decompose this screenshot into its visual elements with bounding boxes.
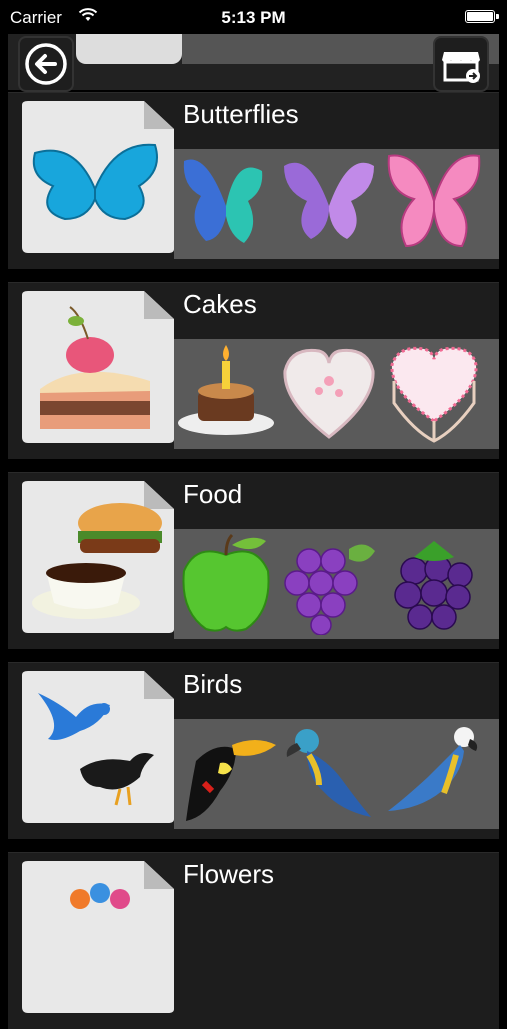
store-icon <box>442 52 480 83</box>
category-label: Flowers <box>183 859 275 889</box>
birthday-cake-icon <box>178 345 274 435</box>
cake-thumbnail-icon <box>22 291 174 443</box>
flowers-thumbnail-icon <box>22 861 174 1013</box>
preview-strip[interactable] <box>174 149 499 259</box>
purple-grapes-icon <box>284 544 375 635</box>
white-heart-cake-icon <box>283 348 375 439</box>
back-button[interactable] <box>18 36 74 92</box>
blue-butterfly-icon <box>183 159 263 243</box>
category-birds[interactable]: Birds <box>8 662 499 839</box>
blue-parrot-icon <box>286 729 371 817</box>
clock: 5:13 PM <box>221 8 286 27</box>
toucan-icon <box>186 740 276 821</box>
scrolled-card-peek <box>8 34 499 90</box>
birds-thumbnail-icon <box>22 671 174 823</box>
green-apple-icon <box>182 533 270 632</box>
category-label: Cakes <box>183 289 257 319</box>
preview-strip[interactable] <box>174 719 499 829</box>
food-thumbnail-icon <box>22 481 174 633</box>
butterfly-thumbnail-icon <box>22 101 174 253</box>
preview-strip[interactable] <box>174 339 499 449</box>
category-cakes[interactable]: Cakes <box>8 282 499 459</box>
category-label: Birds <box>183 669 243 699</box>
category-food[interactable]: Food <box>8 472 499 649</box>
purple-butterfly-icon <box>284 162 374 239</box>
category-butterflies[interactable]: Butterflies <box>8 92 499 269</box>
battery-icon <box>465 10 499 23</box>
blackberry-icon <box>394 541 473 630</box>
store-button[interactable] <box>433 36 489 92</box>
pink-heart-cake-icon <box>390 346 478 443</box>
category-flowers[interactable]: Flowers <box>8 852 499 1029</box>
category-label: Butterflies <box>183 99 299 129</box>
pink-butterfly-icon <box>387 154 481 248</box>
back-arrow-icon <box>25 43 67 85</box>
macaw-icon <box>388 727 478 811</box>
preview-strip[interactable] <box>174 529 499 639</box>
category-label: Food <box>183 479 243 509</box>
status-bar: Carrier 5:13 PM <box>0 0 507 36</box>
